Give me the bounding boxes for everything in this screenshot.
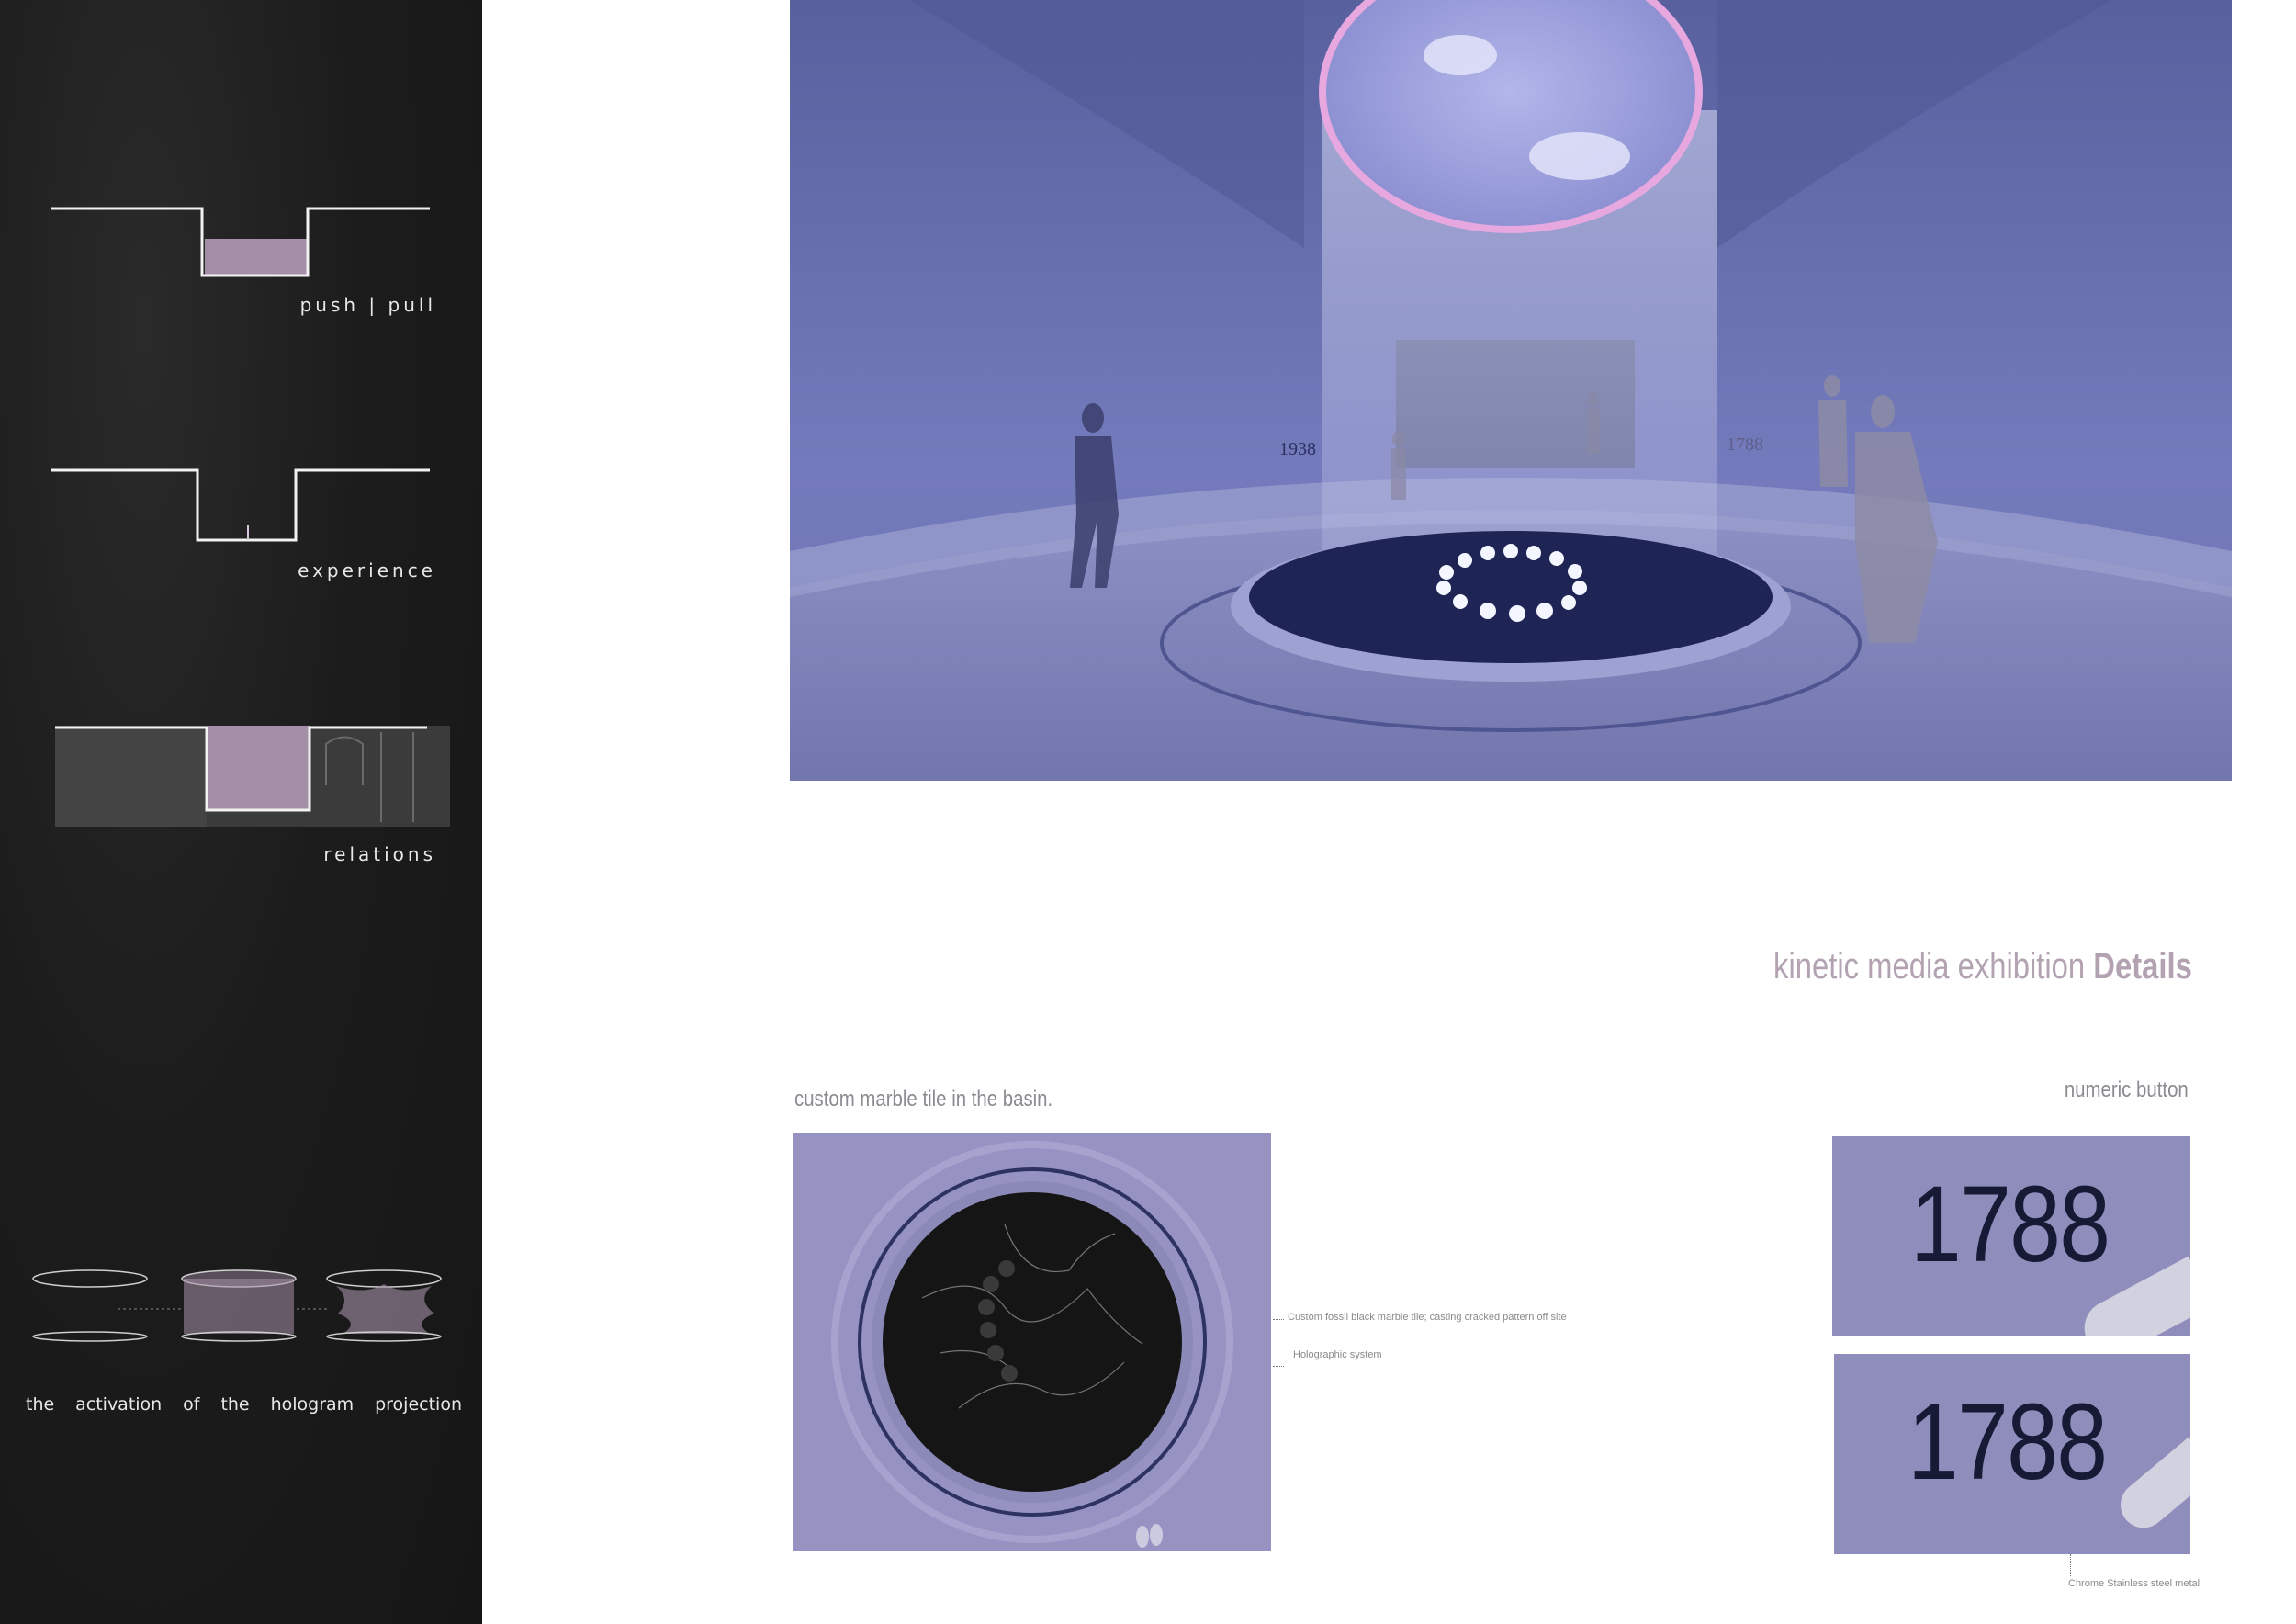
details-title: kinetic media exhibition Details xyxy=(1773,946,2192,987)
relations-section-diagram xyxy=(55,726,450,827)
holo-note-leader xyxy=(1273,1366,1284,1367)
year-label-left: 1938 xyxy=(1279,439,1316,459)
experience-section-diagram xyxy=(51,468,430,542)
hologram-caption: the activation of the hologram projectio… xyxy=(26,1394,462,1415)
caption-word: the xyxy=(26,1394,55,1415)
marble-tile-image xyxy=(793,1133,1271,1551)
caption-word: of xyxy=(183,1394,200,1415)
numeric-button-number: 1788 xyxy=(1908,1382,2108,1503)
relations-label: relations xyxy=(323,843,436,865)
numeric-button-image-2: 1788 xyxy=(1834,1354,2190,1554)
marble-note: Custom fossil black marble tile; casting… xyxy=(1288,1312,1567,1323)
steel-note: Chrome Stainless steel metal xyxy=(2068,1578,2200,1589)
numeric-button-image-1: 1788 xyxy=(1832,1136,2190,1336)
details-title-bold: Details xyxy=(2093,946,2192,987)
hologram-activation-diagram xyxy=(32,1269,442,1342)
details-title-light: kinetic media exhibition xyxy=(1773,946,2094,987)
holographic-note: Holographic system xyxy=(1293,1349,1382,1360)
exhibition-render-image: 1938 1788 xyxy=(790,0,2232,781)
steel-note-leader xyxy=(2070,1554,2071,1576)
caption-word: activation xyxy=(75,1394,163,1415)
button-heading: numeric button xyxy=(2065,1077,2189,1102)
marble-heading: custom marble tile in the basin. xyxy=(794,1087,1053,1111)
caption-word: hologram xyxy=(270,1394,355,1415)
push-pull-section-diagram xyxy=(51,207,430,277)
year-label-right: 1788 xyxy=(1727,434,1763,455)
caption-word: projection xyxy=(375,1394,462,1415)
caption-word: the xyxy=(220,1394,250,1415)
numeric-button-number: 1788 xyxy=(1910,1164,2110,1285)
push-pull-label: push | pull xyxy=(299,294,436,316)
left-diagram-panel: push | pull experience relations the act… xyxy=(0,0,482,1624)
experience-label: experience xyxy=(298,559,436,581)
marble-note-leader xyxy=(1273,1319,1284,1320)
hand-shape xyxy=(2110,1437,2190,1538)
